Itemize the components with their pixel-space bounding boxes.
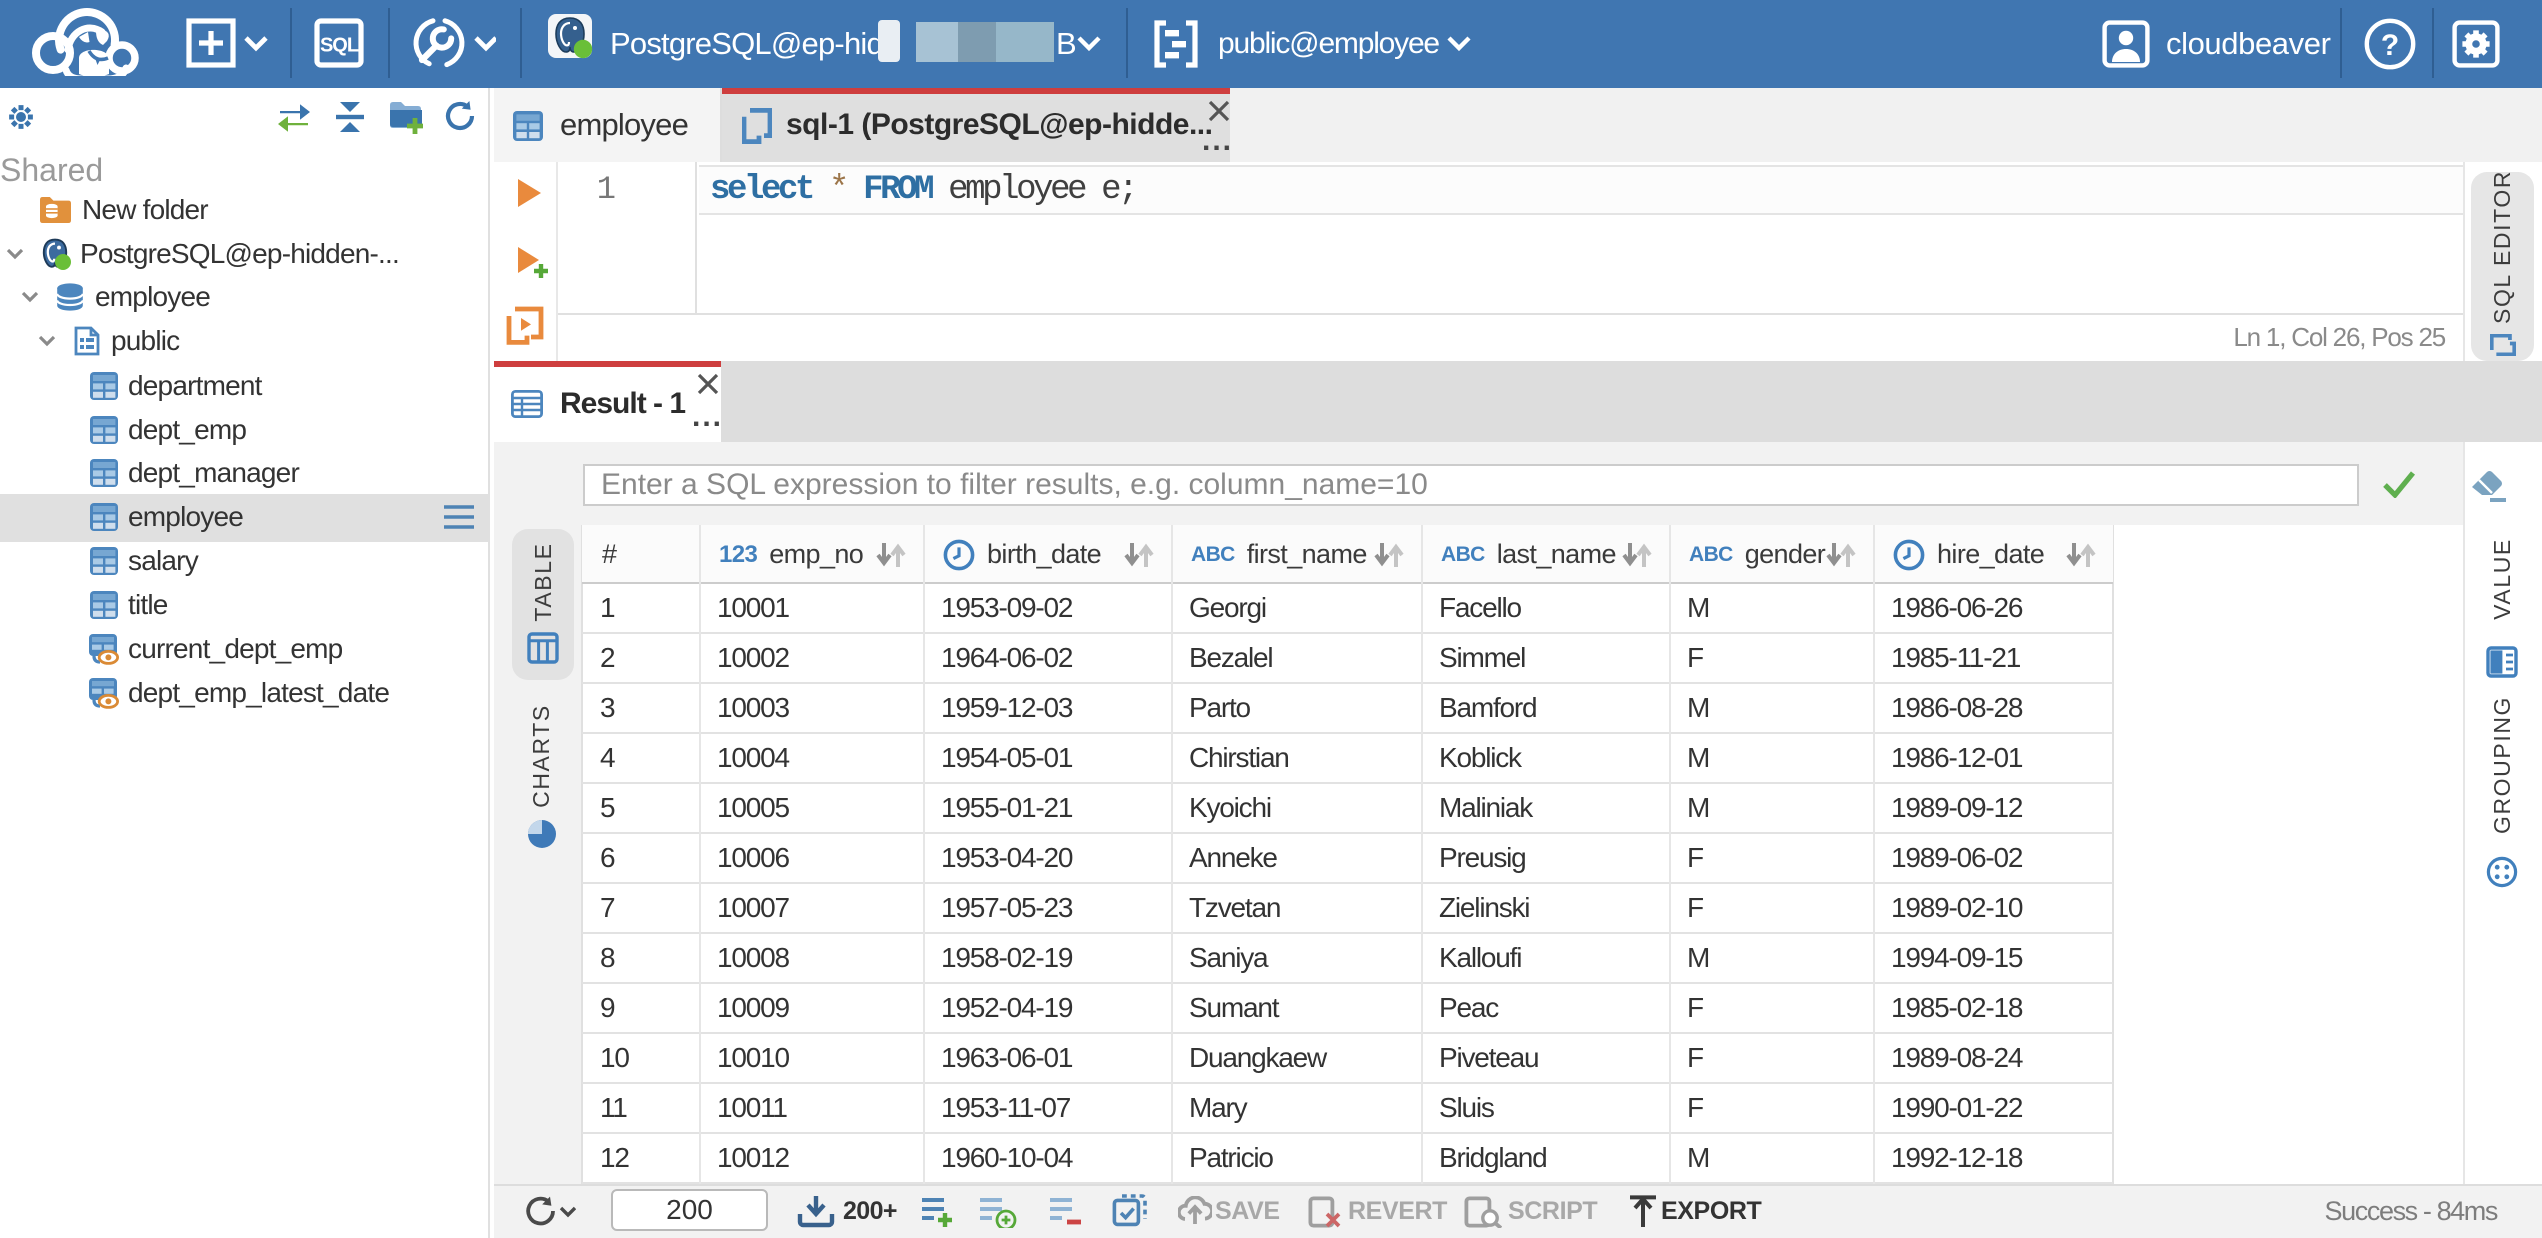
svg-text:?: ? (2381, 29, 2399, 62)
svg-text:SQL: SQL (320, 35, 359, 57)
